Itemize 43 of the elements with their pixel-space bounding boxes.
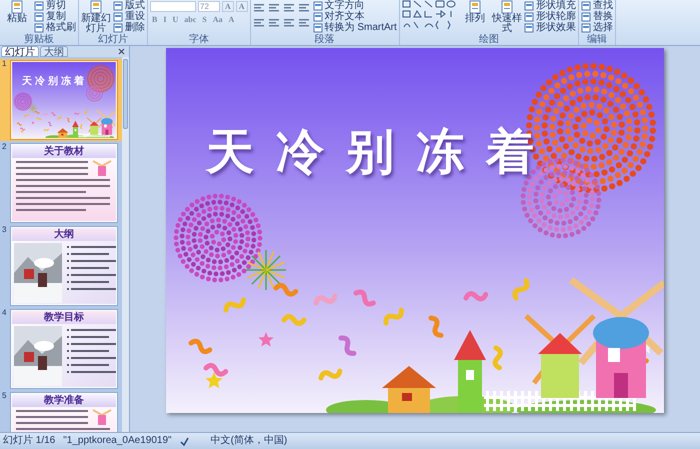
slide-thumbnail[interactable]: 大纲	[10, 226, 118, 306]
thumbnail-title: 关于教材	[12, 145, 116, 158]
slide-title: 天冷别冻着	[206, 126, 556, 180]
ribbon-button[interactable]: 对齐文本	[312, 11, 397, 22]
ribbon-button[interactable]: 格式刷	[34, 22, 76, 33]
status-text: "1_pptkorea_0Ae19019"	[63, 435, 172, 447]
thumbnail-title: 教学准备	[12, 394, 116, 407]
ribbon-button[interactable]: 新建幻灯片	[81, 0, 111, 34]
ribbon-button[interactable]: 快速样式	[492, 0, 522, 34]
status-text: 中文(简体，中国)	[210, 435, 288, 447]
panel-tab[interactable]: 幻灯片	[1, 46, 39, 57]
ribbon-button[interactable]: 选择	[580, 22, 613, 33]
ribbon-button[interactable]: 形状效果	[524, 22, 576, 33]
thumbnail-title: 天冷别冻着	[22, 76, 87, 87]
thumbnail-highlight[interactable]: 1 天冷别冻着	[0, 59, 122, 141]
ribbon-button[interactable]: 查找	[580, 0, 613, 11]
ribbon-button[interactable]: 替换	[580, 11, 613, 22]
thumbnail-title: 教学目标	[12, 311, 116, 324]
ribbon-button[interactable]: 版式	[113, 0, 145, 11]
slide-number: 1	[1, 59, 8, 69]
slide-number: 2	[1, 142, 8, 152]
slide-thumbnail[interactable]: 教学目标	[10, 309, 118, 389]
group-label: 字体	[188, 34, 210, 45]
ribbon-button[interactable]: 形状轮廓	[524, 11, 576, 22]
thumbnail-title: 大纲	[12, 228, 116, 241]
ribbon-button[interactable]: 删除	[113, 22, 145, 33]
status-text: 幻灯片 1/16	[3, 435, 56, 447]
ribbon-button[interactable]: 粘贴	[2, 0, 32, 34]
ribbon-button[interactable]: 排列	[460, 0, 490, 34]
slide-number: 4	[1, 308, 8, 318]
group-label: 幻灯片	[97, 34, 129, 45]
slide-number: 5	[1, 391, 8, 401]
ribbon-button[interactable]: 复制	[34, 11, 76, 22]
ribbon-button[interactable]: 转换为 SmartArt	[312, 22, 397, 33]
slide-number: 3	[1, 225, 8, 235]
slide-thumbnail[interactable]: 教学准备	[10, 392, 118, 432]
group-label: 剪贴板	[23, 34, 55, 45]
group-label: 绘图	[478, 34, 500, 45]
group-label: 编辑	[586, 34, 608, 45]
panel-tab[interactable]: 大纲	[40, 46, 68, 57]
slide-thumbnail[interactable]: 关于教材	[10, 143, 118, 223]
ribbon-button[interactable]: 重设	[113, 11, 145, 22]
group-label: 段落	[314, 34, 336, 45]
